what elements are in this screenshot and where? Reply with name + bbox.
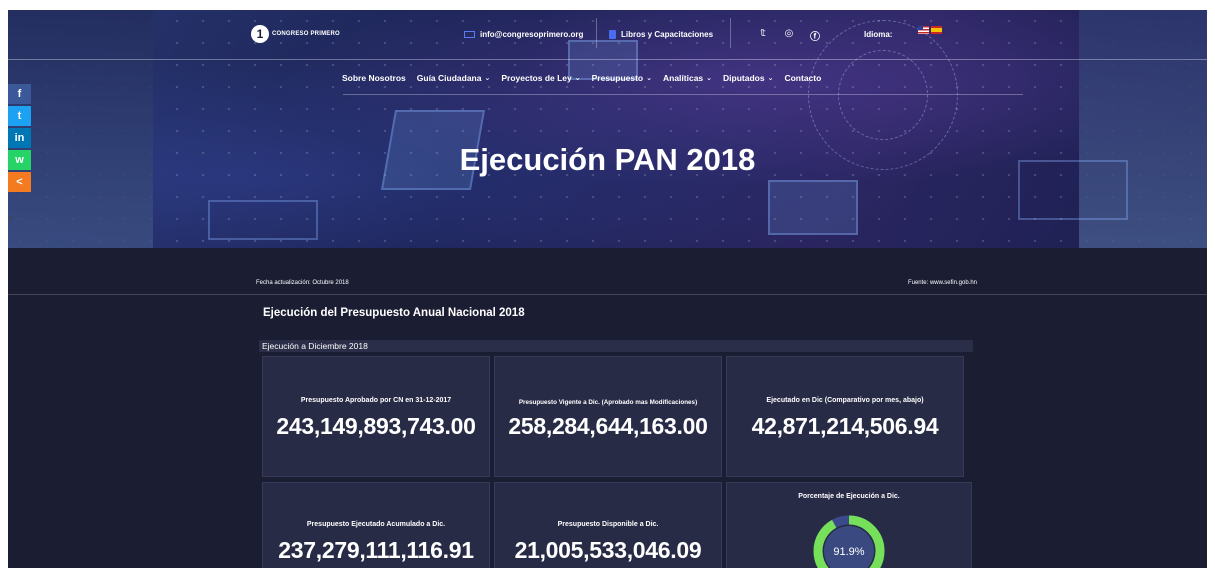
books-text: Libros y Capacitaciones [621,30,714,39]
facebook-icon[interactable]: ⓕ [809,28,821,43]
hero-deco-ring [838,50,928,140]
meta-row: Fecha actualización: Octubre 2018 Fuente… [256,280,977,286]
twitter-share-icon[interactable]: t [8,106,31,126]
hero-banner: 1 CONGRESO PRIMERO info@congresoprimero.… [8,10,1207,248]
hero-deco-panel [208,200,318,240]
whatsapp-share-icon[interactable]: w [8,150,31,170]
card-label: Ejecutado en Dic (Comparativo por mes, a… [766,397,924,404]
main-nav: Sobre Nosotros Guía Ciudadana ⌄ Proyectos d… [342,73,821,83]
execution-gauge: 91.9% [813,515,885,568]
social-links: 𝕥 ◎ ⓕ [757,28,821,43]
flag-es-icon[interactable] [931,26,942,34]
card-approved-budget: Presupuesto Aprobado por CN en 31-12-201… [262,356,490,477]
instagram-icon[interactable]: ◎ [783,28,795,43]
chevron-down-icon: ⌄ [484,75,491,82]
nav-item-3[interactable]: Presupuesto ⌄ [592,73,652,83]
nav-item-label: Diputados [723,73,765,83]
divider [730,18,731,48]
divider [596,18,597,48]
sidebar-collapse-icon[interactable]: ▾ [9,215,13,223]
card-value: 243,149,893,743.00 [276,413,476,439]
card-value: 42,871,214,506.94 [751,413,939,439]
facebook-share-icon[interactable]: f [8,84,31,104]
chevron-down-icon: ⌄ [574,75,581,82]
nav-item-5[interactable]: Diputados ⌄ [723,73,773,83]
gauge-label: Porcentaje de Ejecución a Dic. [798,493,900,500]
source-text: Fuente: www.sefin.gob.hn [907,280,977,286]
card-execution-gauge: Porcentaje de Ejecución a Dic. 91.9% [726,482,972,568]
subsection-bar: Ejecución a Diciembre 2018 [259,340,973,352]
books-link[interactable]: Libros y Capacitaciones [609,30,713,39]
nav-item-label: Proyectos de Ley [501,73,572,83]
card-value: 21,005,533,046.09 [514,537,702,563]
nav-item-label: Presupuesto [591,73,644,83]
language-label: Idioma: [864,30,893,39]
chevron-down-icon: ⌄ [646,75,652,82]
update-date: Fecha actualización: Octubre 2018 [256,280,349,286]
nav-item-2[interactable]: Proyectos de Ley ⌄ [501,73,580,83]
gauge-value-text: 91.9% [833,546,864,558]
hero-deco-panel [768,180,858,235]
site-logo[interactable]: 1 CONGRESO PRIMERO [251,25,340,43]
page-frame: 1 CONGRESO PRIMERO info@congresoprimero.… [8,10,1207,568]
chevron-down-icon: ⌄ [706,75,713,82]
nav-item-4[interactable]: Analíticas ⌄ [663,73,712,83]
card-label: Presupuesto Ejecutado Acumulado a Dic. [306,521,446,528]
mail-icon [464,31,475,38]
page-title: Ejecución PAN 2018 [459,142,756,177]
divider [8,294,1207,295]
share-sidebar: f t in w < [8,84,31,194]
nav-item-label: Analíticas [663,73,704,83]
card-executed-accum: Presupuesto Ejecutado Acumulado a Dic. 2… [262,482,490,568]
share-share-icon[interactable]: < [8,172,31,192]
chevron-down-icon: ⌄ [767,75,774,82]
card-value: 258,284,644,163.00 [508,413,708,439]
card-label: Presupuesto Vigente a Dic. (Aprobado mas… [518,399,698,406]
logo-symbol: 1 [251,25,269,43]
card-executed-dec: Ejecutado en Dic (Comparativo por mes, a… [726,356,964,477]
email-text: info@congresoprimero.org [480,30,584,39]
flag-us-icon[interactable] [918,26,929,34]
logo-text: CONGRESO PRIMERO [272,31,340,37]
linkedin-share-icon[interactable]: in [8,128,31,148]
card-label: Presupuesto Aprobado por CN en 31-12-201… [300,397,452,404]
book-icon [609,30,616,39]
card-available: Presupuesto Disponible a Dic. 21,005,533… [494,482,722,568]
section-title: Ejecución del Presupuesto Anual Nacional… [263,307,525,319]
nav-item-label: Sobre Nosotros [342,73,406,83]
nav-item-6[interactable]: Contacto [784,73,821,83]
nav-divider [343,94,1023,95]
top-bar: 1 CONGRESO PRIMERO info@congresoprimero.… [8,10,1207,60]
card-current-budget: Presupuesto Vigente a Dic. (Aprobado mas… [494,356,722,477]
twitter-icon[interactable]: 𝕥 [757,28,769,43]
nav-item-0[interactable]: Sobre Nosotros [342,73,406,83]
nav-item-label: Contacto [784,73,822,83]
card-label: Presupuesto Disponible a Dic. [557,521,659,528]
card-value: 237,279,111,116.91 [278,537,474,563]
nav-item-label: Guía Ciudadana [416,73,482,83]
email-link[interactable]: info@congresoprimero.org [464,30,583,39]
nav-item-1[interactable]: Guía Ciudadana ⌄ [417,73,491,83]
